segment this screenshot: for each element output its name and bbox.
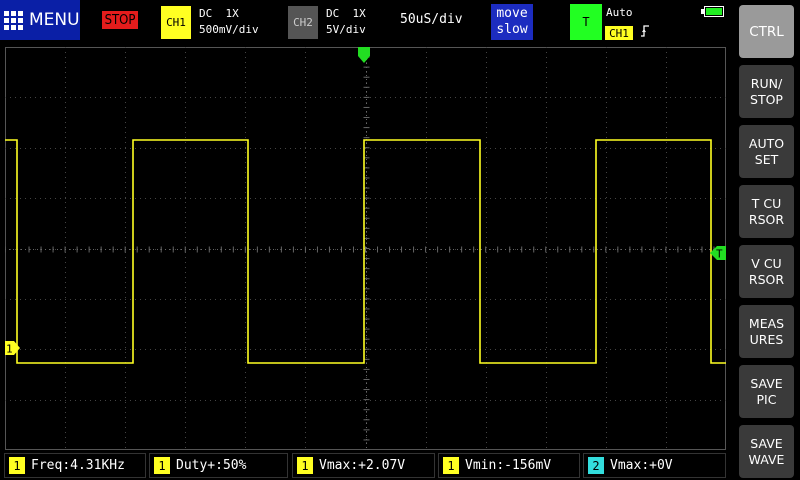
ctrl-button[interactable]: CTRL [739,5,794,58]
meas-channel: 1 [154,457,170,474]
ch2-scale: 5V/div [326,23,366,36]
run-state-badge[interactable]: STOP [102,11,138,29]
measurement-freq[interactable]: 1 Freq: 4.31KHz [4,453,146,478]
meas-label: Freq [31,458,63,473]
ch1-coupling: DC 1X [199,7,239,20]
meas-channel: 1 [297,457,313,474]
graticule [5,47,726,450]
run-stop-button[interactable]: RUN/ STOP [739,65,794,118]
meas-value: -156mV [504,458,552,473]
trigger-position-marker[interactable] [358,47,370,63]
meas-value: +0V [649,458,673,473]
ch1-scale: 500mV/div [199,23,259,36]
ch2-coupling: DC 1X [326,7,366,20]
measurement-ch1-vmax[interactable]: 1 Vmax: +2.07V [292,453,435,478]
meas-channel: 2 [588,457,604,474]
meas-label: Duty+ [176,458,216,473]
move-speed-toggle[interactable]: move slow [491,4,533,40]
meas-value: 4.31KHz [70,458,125,473]
ch1-marker-label: 1 [6,343,13,356]
menu-label: MENU [29,10,80,30]
ch2-badge[interactable]: CH2 [288,6,318,39]
measures-button[interactable]: MEAS URES [739,305,794,358]
t-cursor-button[interactable]: T CU RSOR [739,185,794,238]
v-cursor-button[interactable]: V CU RSOR [739,245,794,298]
meas-channel: 1 [443,457,459,474]
meas-value: 50% [222,458,247,473]
meas-value: +2.07V [358,458,406,473]
trigger-marker-label: T [716,248,723,261]
meas-label: Vmin [465,458,497,473]
trigger-source: CH1 [605,26,633,40]
move-speed: slow [496,22,528,37]
menu-grid-icon [4,10,23,30]
meas-channel: 1 [9,457,25,474]
move-label: move [496,6,528,21]
meas-label: Vmax [319,458,351,473]
measurement-ch2-vmax[interactable]: 2 Vmax: +0V [583,453,726,478]
ch1-settings: DC 1X 500mV/div [199,6,259,38]
waveform-display[interactable]: 1 T [5,47,726,450]
measurement-duty[interactable]: 1 Duty+: 50% [149,453,288,478]
rising-edge-icon [640,24,650,42]
ch2-settings: DC 1X 5V/div [326,6,366,38]
ch1-badge[interactable]: CH1 [161,6,191,39]
save-pic-button[interactable]: SAVE PIC [739,365,794,418]
battery-icon [701,6,724,17]
save-wave-button[interactable]: SAVE WAVE [739,425,794,478]
trigger-badge[interactable]: T [570,4,602,40]
auto-set-button[interactable]: AUTO SET [739,125,794,178]
menu-button[interactable]: MENU [0,0,80,40]
measurement-vmin[interactable]: 1 Vmin: -156mV [438,453,580,478]
timebase-readout[interactable]: 50uS/div [400,12,463,27]
meas-label: Vmax [610,458,642,473]
trigger-level-marker[interactable]: T [710,246,726,261]
trigger-mode: Auto [606,6,633,19]
